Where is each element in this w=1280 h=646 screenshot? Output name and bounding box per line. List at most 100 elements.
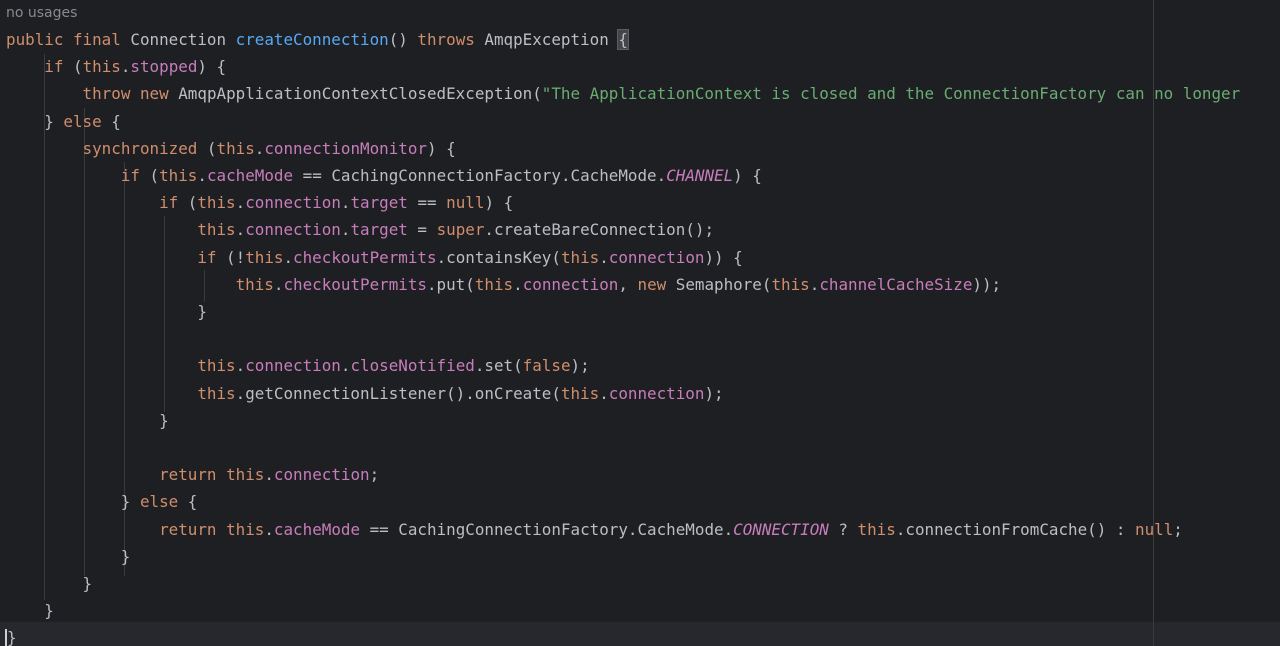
code-line[interactable]: return this.cacheMode == CachingConnecti… <box>6 516 1183 543</box>
code-token: connectionMonitor <box>264 138 427 158</box>
code-token: } <box>7 628 17 646</box>
code-token: ) { <box>197 57 227 77</box>
code-token: public <box>6 30 64 49</box>
code-token: throws <box>417 30 475 49</box>
code-token: == CachingConnectionFactory.CacheMode. <box>360 519 734 539</box>
code-token: ( <box>197 138 217 158</box>
code-line[interactable]: } <box>6 543 131 570</box>
code-token: { <box>101 111 121 131</box>
code-token: this <box>197 356 236 376</box>
code-token: return <box>159 519 217 539</box>
code-line[interactable]: this.connection.target = super.createBar… <box>6 216 714 243</box>
code-token: else <box>139 492 179 512</box>
code-line[interactable]: if (!this.checkoutPermits.containsKey(th… <box>6 244 743 271</box>
code-token: == CachingConnectionFactory.CacheMode. <box>293 166 667 185</box>
code-token: null <box>446 193 485 213</box>
code-token: ); <box>704 383 724 403</box>
usage-hint[interactable]: no usages <box>6 4 77 22</box>
code-line[interactable]: this.getConnectionListener().onCreate(th… <box>6 380 724 407</box>
code-token: throw <box>82 84 131 104</box>
code-token: null <box>1135 519 1174 539</box>
code-line[interactable]: } <box>6 597 54 624</box>
code-token: closeNotified <box>350 356 475 376</box>
code-line[interactable]: this.connection.closeNotified.set(false)… <box>6 352 589 379</box>
code-token: . <box>283 247 294 267</box>
code-token: .connectionFromCache() : <box>895 519 1135 539</box>
code-line[interactable]: synchronized (this.connectionMonitor) { <box>6 135 456 162</box>
code-line[interactable]: } else { <box>6 108 121 135</box>
code-token: == <box>407 193 447 213</box>
code-token: ) { <box>427 138 456 158</box>
code-line[interactable]: if (this.cacheMode == CachingConnectionF… <box>6 162 762 189</box>
code-line[interactable]: this.checkoutPermits.put(this.connection… <box>6 271 1001 298</box>
code-token: Connection <box>120 30 236 49</box>
code-line[interactable]: } <box>6 407 169 434</box>
code-token: this <box>197 220 236 240</box>
code-line[interactable]: throw new AmqpApplicationContextClosedEx… <box>6 80 1241 107</box>
current-line-highlight <box>0 622 1280 646</box>
code-token: if <box>159 193 179 213</box>
code-token: } <box>6 601 54 621</box>
code-token: . <box>599 247 609 267</box>
code-token: connection <box>245 220 341 240</box>
code-token: this <box>560 247 600 267</box>
code-line[interactable]: } <box>6 570 93 597</box>
code-token: return <box>159 465 217 485</box>
code-token: target <box>350 193 408 213</box>
code-token: . <box>809 274 820 294</box>
code-token: . <box>120 57 131 77</box>
code-token: } <box>6 302 207 321</box>
code-token: else <box>63 111 102 131</box>
code-token: { <box>617 29 629 50</box>
code-token: channelCacheSize <box>819 274 973 294</box>
code-token: if <box>120 166 140 185</box>
code-token: Semaphore( <box>666 274 772 294</box>
code-token: . <box>264 519 274 539</box>
code-token: ; <box>369 465 380 485</box>
code-line[interactable]: public final Connection createConnection… <box>6 26 629 53</box>
code-token: )); <box>972 274 1002 294</box>
code-token: .containsKey( <box>436 247 561 267</box>
code-token: "The ApplicationContext is closed and th… <box>541 84 1241 104</box>
code-token: this <box>159 166 198 185</box>
code-token: ( <box>139 166 160 185</box>
code-token: .put( <box>426 274 475 294</box>
code-line[interactable]: if (this.connection.target == null) { <box>6 189 513 216</box>
code-token: () <box>388 30 418 49</box>
code-token: createConnection <box>235 30 389 49</box>
code-token: connection <box>245 356 341 376</box>
code-token: ) { <box>733 166 762 185</box>
code-editor[interactable]: no usages public final Connection create… <box>0 0 1280 646</box>
code-token: . <box>235 356 246 376</box>
code-token: ; <box>1173 519 1183 539</box>
code-token: target <box>350 220 408 240</box>
code-token: . <box>264 465 274 485</box>
code-token: )) { <box>704 247 743 267</box>
code-token: super <box>436 220 485 240</box>
code-token: connection <box>522 274 619 294</box>
code-token: } <box>6 492 140 512</box>
code-token: , <box>618 274 638 294</box>
code-line[interactable]: } <box>6 298 207 325</box>
code-line[interactable]: } <box>5 624 17 646</box>
code-token: . <box>254 138 265 158</box>
code-line[interactable]: if (this.stopped) { <box>6 53 226 80</box>
code-token: stopped <box>130 57 198 77</box>
code-token: . <box>197 166 207 185</box>
code-token: this <box>216 138 255 158</box>
code-token: this <box>197 383 236 403</box>
code-line[interactable]: } else { <box>6 488 198 515</box>
code-token: cacheMode <box>206 166 294 185</box>
code-line[interactable]: return this.connection; <box>6 461 379 488</box>
